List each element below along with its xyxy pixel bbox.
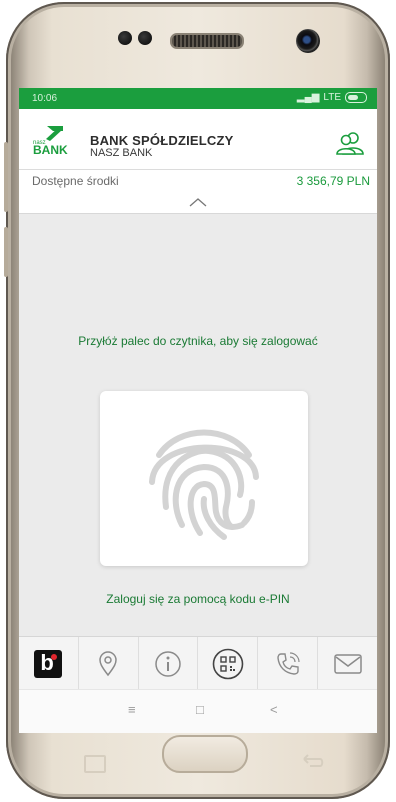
funds-label: Dostępne środki [32, 174, 119, 188]
phone-screen: 10:06 ▂▄▆ LTE nasz BANK BANK SPÓŁDZIELCZ… [19, 88, 377, 733]
app-header: nasz BANK BANK SPÓŁDZIELCZY NASZ BANK [19, 109, 377, 169]
epin-login-link[interactable]: Zaloguj się za pomocą kodu e-PIN [49, 592, 347, 606]
battery-icon [345, 92, 367, 103]
signal-icon: ▂▄▆ [296, 92, 320, 103]
info-icon [155, 650, 181, 677]
hardware-back-icon[interactable] [300, 752, 326, 770]
bottom-navigation: b [19, 636, 377, 690]
nav-info[interactable] [137, 637, 198, 690]
logo-arrow-icon: nasz BANK [33, 126, 68, 157]
volume-button [4, 142, 8, 212]
funds-value: 3 356,79 PLN [296, 174, 370, 188]
front-camera [296, 29, 320, 53]
earpiece-speaker [170, 33, 244, 49]
svg-text:BANK: BANK [33, 143, 68, 157]
nav-location[interactable] [77, 637, 138, 690]
network-type: LTE [323, 92, 341, 103]
bank-name: BANK SPÓŁDZIELCZY [90, 133, 234, 148]
recents-button[interactable]: ≡ [128, 702, 136, 717]
users-icon[interactable] [335, 130, 365, 156]
mail-icon [333, 653, 362, 674]
bank-subname: NASZ BANK [90, 147, 153, 159]
blik-dot [51, 653, 58, 660]
home-soft-button[interactable]: □ [196, 702, 204, 717]
status-time: 10:06 [32, 93, 58, 104]
back-soft-button[interactable]: < [270, 702, 278, 717]
phone-icon [277, 651, 300, 675]
status-bar: 10:06 ▂▄▆ LTE [19, 88, 377, 109]
sensor-dot-left [118, 31, 132, 45]
qr-code-icon [212, 648, 244, 679]
nav-mail[interactable] [317, 637, 377, 690]
power-button [4, 227, 8, 277]
fingerprint-button[interactable] [100, 391, 308, 566]
chevron-up-icon [189, 198, 207, 207]
hardware-recents-key[interactable] [84, 755, 106, 773]
fingerprint-icon [149, 429, 259, 540]
location-pin-icon [99, 650, 117, 676]
nav-phone[interactable] [257, 637, 317, 690]
bank-logo: nasz BANK [33, 123, 69, 159]
expand-chevron-button[interactable] [19, 191, 377, 214]
nav-qr[interactable] [197, 637, 257, 690]
blik-icon: b [34, 649, 63, 678]
nav-blik[interactable]: b [19, 637, 78, 690]
android-navigation-bar: ≡ □ < [19, 689, 377, 733]
sensor-dot-right [138, 31, 152, 45]
status-indicators: ▂▄▆ LTE [297, 92, 367, 103]
hardware-home-button[interactable] [162, 735, 248, 773]
fingerprint-instruction: Przyłóż palec do czytnika, aby się zalog… [78, 334, 318, 348]
available-funds-bar: Dostępne środki 3 356,79 PLN [19, 169, 377, 192]
